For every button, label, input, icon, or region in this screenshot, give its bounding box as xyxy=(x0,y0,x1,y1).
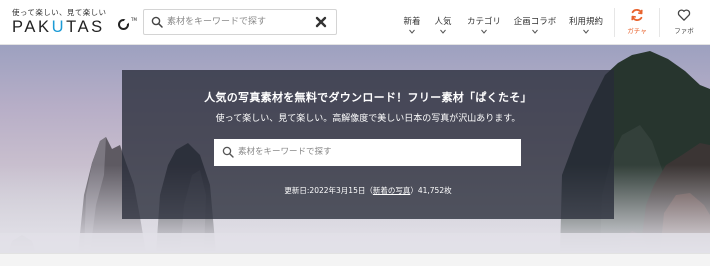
nav-divider xyxy=(659,8,660,37)
nav-item-label: カテゴリ xyxy=(466,17,501,27)
favorite-button[interactable]: ファボ xyxy=(662,0,706,44)
chevron-down-icon xyxy=(440,29,446,34)
content-strip xyxy=(0,253,710,266)
update-info: 更新日:2022年3月15日（新着の写真）41,752枚 xyxy=(122,185,614,196)
logo-o-mark xyxy=(118,19,129,30)
search-icon xyxy=(222,146,234,158)
nav-item-label: 新着 xyxy=(403,17,421,27)
nav-item-label: 利用規約 xyxy=(568,17,603,27)
site-header: 使って楽しい、見て楽しい PAKUTAS TM 新着 人気 カテゴリ 企画コラボ… xyxy=(0,0,710,45)
chevron-down-icon xyxy=(481,29,487,34)
hero-search-box[interactable] xyxy=(214,139,521,166)
chevron-down-icon xyxy=(532,29,538,34)
update-date-text: 更新日:2022年3月15日（ xyxy=(284,186,373,195)
logo-tagline: 使って楽しい、見て楽しい xyxy=(12,8,107,17)
hero-banner: 人気の写真素材を無料でダウンロード！フリー素材「ぱくたそ」 使って楽しい、見て楽… xyxy=(0,45,710,253)
site-logo[interactable]: 使って楽しい、見て楽しい PAKUTAS TM xyxy=(12,7,137,39)
new-photos-link[interactable]: 新着の写真 xyxy=(373,186,411,195)
photo-count-text: ）41,752枚 xyxy=(410,186,452,195)
hero-search-input[interactable] xyxy=(238,144,508,160)
header-search-input[interactable] xyxy=(167,14,307,30)
gacha-button[interactable]: ガチャ xyxy=(615,0,659,44)
nav-item-label: 企画コラボ xyxy=(513,17,557,27)
chevron-down-icon xyxy=(583,29,589,34)
heart-icon xyxy=(677,9,691,21)
search-icon xyxy=(151,16,163,28)
hero-title: 人気の写真素材を無料でダウンロード！フリー素材「ぱくたそ」 xyxy=(204,91,532,104)
close-icon[interactable] xyxy=(315,16,327,28)
nav-item-popular[interactable]: 人気 xyxy=(429,0,457,44)
nav-item-category[interactable]: カテゴリ xyxy=(464,0,504,44)
logo-tm: TM xyxy=(131,17,137,22)
chevron-down-icon xyxy=(409,29,415,34)
refresh-icon xyxy=(631,9,643,21)
header-search-box[interactable] xyxy=(143,9,337,35)
gacha-label: ガチャ xyxy=(627,27,647,35)
nav-item-collab[interactable]: 企画コラボ xyxy=(511,0,559,44)
hero-overlay-panel: 人気の写真素材を無料でダウンロード！フリー素材「ぱくたそ」 使って楽しい、見て楽… xyxy=(122,70,614,219)
nav-item-terms[interactable]: 利用規約 xyxy=(566,0,606,44)
logo-wordmark: PAKUTAS xyxy=(12,18,105,36)
nav-item-label: 人気 xyxy=(434,17,452,27)
hero-subtitle: 使って楽しい、見て楽しい。高解像度で美しい日本の写真が沢山あります。 xyxy=(215,114,521,124)
favorite-label: ファボ xyxy=(674,27,694,35)
nav-item-new[interactable]: 新着 xyxy=(398,0,426,44)
